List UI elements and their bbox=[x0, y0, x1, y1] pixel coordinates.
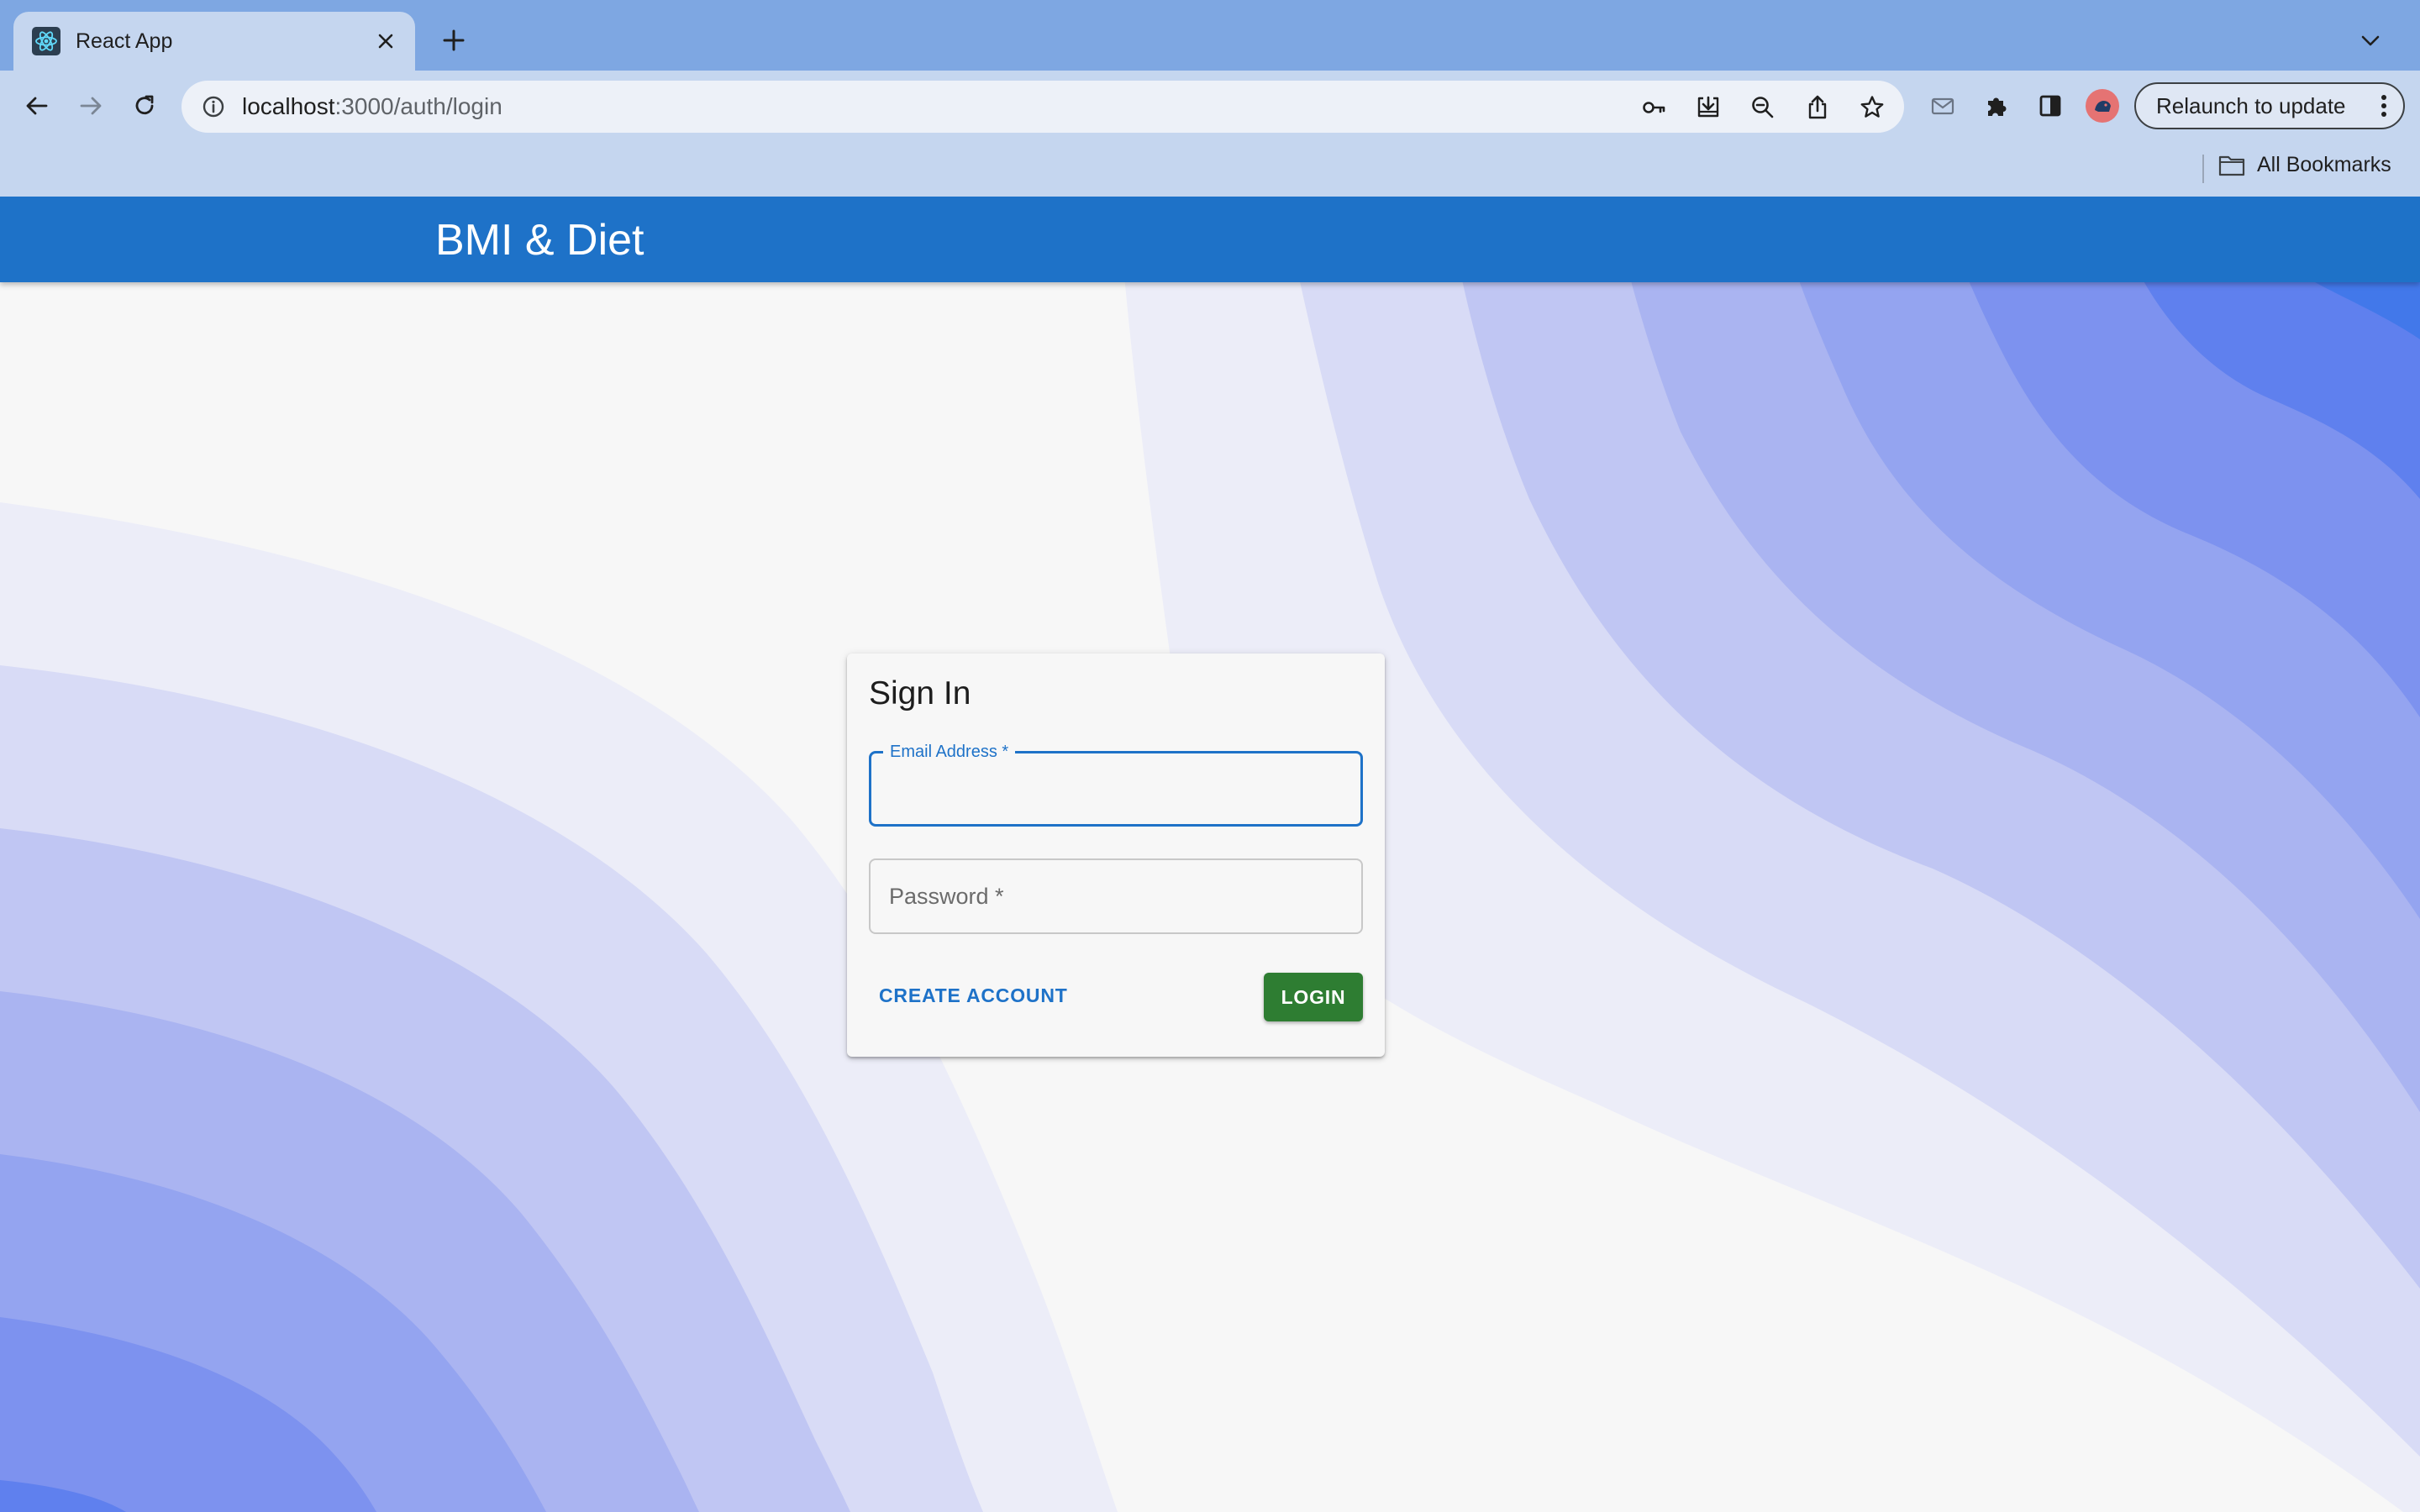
install-icon[interactable] bbox=[1690, 89, 1727, 126]
address-bar[interactable]: localhost:3000/auth/login bbox=[182, 81, 1904, 133]
star-icon[interactable] bbox=[1854, 89, 1891, 126]
chevron-down-icon[interactable] bbox=[2358, 29, 2383, 54]
share-icon[interactable] bbox=[1799, 89, 1836, 126]
tab-title: React App bbox=[76, 29, 173, 53]
relaunch-button[interactable]: Relaunch to update bbox=[2134, 82, 2405, 129]
info-icon[interactable] bbox=[200, 93, 227, 120]
sidepanel-icon[interactable] bbox=[2032, 87, 2069, 124]
key-icon[interactable] bbox=[1635, 89, 1672, 126]
browser-tabstrip: React App bbox=[0, 0, 2420, 71]
url-path: :3000/auth/login bbox=[334, 93, 502, 119]
relaunch-label: Relaunch to update bbox=[2156, 92, 2346, 118]
browser-toolbar: localhost:3000/auth/login Relaunch to up… bbox=[0, 71, 2420, 141]
zoom-out-icon[interactable] bbox=[1744, 89, 1781, 126]
url-text: localhost:3000/auth/login bbox=[242, 93, 502, 120]
sign-in-card: Sign In Email Address * Password * CREAT… bbox=[847, 654, 1385, 1057]
close-icon[interactable] bbox=[373, 29, 398, 54]
url-host: localhost bbox=[242, 93, 335, 119]
kebab-icon[interactable] bbox=[2371, 93, 2396, 118]
email-field[interactable]: Email Address * bbox=[869, 742, 1363, 827]
react-logo-icon bbox=[32, 27, 60, 55]
profile-avatar[interactable] bbox=[2086, 89, 2119, 123]
page-viewport: BMI & Diet Sign In Email Address * Passw… bbox=[0, 197, 2420, 1512]
puzzle-icon[interactable] bbox=[1978, 87, 2015, 124]
reload-icon[interactable] bbox=[126, 87, 163, 124]
folder-icon bbox=[2218, 154, 2245, 177]
bookmarks-bar: All Bookmarks bbox=[0, 141, 2420, 197]
arrow-left-icon[interactable] bbox=[18, 87, 55, 124]
email-input[interactable] bbox=[871, 753, 1360, 824]
app-bar: BMI & Diet bbox=[0, 197, 2420, 282]
password-field[interactable]: Password * bbox=[869, 858, 1363, 934]
sign-in-heading: Sign In bbox=[869, 675, 971, 711]
mail-icon[interactable] bbox=[1924, 87, 1961, 124]
create-account-button[interactable]: CREATE ACCOUNT bbox=[869, 973, 1085, 1018]
all-bookmarks-label: All Bookmarks bbox=[2257, 153, 2391, 176]
login-button[interactable]: LOGIN bbox=[1264, 973, 1363, 1021]
plus-icon[interactable] bbox=[439, 25, 469, 55]
bookmarks-separator bbox=[2202, 155, 2204, 183]
password-input[interactable] bbox=[871, 860, 1361, 932]
app-title[interactable]: BMI & Diet bbox=[435, 215, 644, 265]
arrow-right-icon[interactable] bbox=[72, 87, 109, 124]
browser-tab-active[interactable]: React App bbox=[13, 12, 415, 71]
all-bookmarks-button[interactable]: All Bookmarks bbox=[2218, 153, 2391, 177]
